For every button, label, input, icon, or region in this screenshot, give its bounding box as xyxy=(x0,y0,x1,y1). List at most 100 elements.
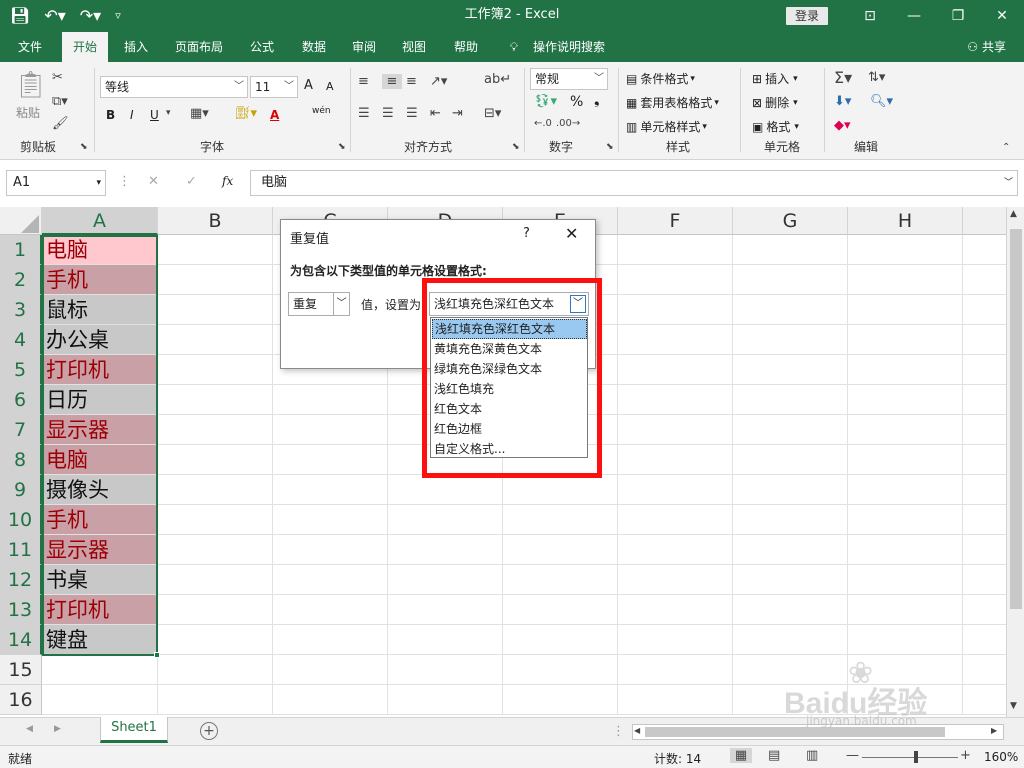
cell[interactable] xyxy=(158,505,273,535)
zoom-level[interactable]: 160% xyxy=(984,750,1018,764)
row-header-15[interactable]: 15 xyxy=(0,655,42,685)
zoom-slider-track[interactable] xyxy=(862,757,958,758)
cell-a14[interactable]: 键盘 xyxy=(42,625,158,655)
number-format-combo[interactable]: 常规 ﹀ xyxy=(530,68,608,90)
row-header-11[interactable]: 11 xyxy=(0,535,42,565)
shrink-font-button[interactable]: A xyxy=(326,80,334,93)
close-icon[interactable]: ✕ xyxy=(565,224,578,243)
cell[interactable] xyxy=(618,565,733,595)
cell[interactable] xyxy=(273,655,388,685)
cell[interactable] xyxy=(848,295,963,325)
column-header-a[interactable]: A xyxy=(42,207,158,235)
increase-indent-icon[interactable]: ⇥ xyxy=(452,106,463,121)
bold-button[interactable]: B xyxy=(106,108,115,122)
column-header-g[interactable]: G xyxy=(733,207,848,235)
page-layout-view-icon[interactable]: ▤ xyxy=(768,748,780,763)
tab-file[interactable]: 文件 xyxy=(8,32,52,62)
font-launcher-icon[interactable]: ⬊ xyxy=(338,142,346,152)
next-sheet-icon[interactable]: ▶ xyxy=(54,724,61,734)
row-header-14[interactable]: 14 xyxy=(0,625,42,655)
cell[interactable] xyxy=(503,565,618,595)
scroll-down-icon[interactable]: ▼ xyxy=(1010,701,1017,711)
cancel-icon[interactable]: ✕ xyxy=(148,174,159,189)
cell[interactable] xyxy=(733,625,848,655)
cell-a7[interactable]: 显示器 xyxy=(42,415,158,445)
dropdown-option[interactable]: 浅红色填充 xyxy=(432,379,587,399)
cell[interactable] xyxy=(963,355,1006,385)
cell[interactable] xyxy=(733,235,848,265)
cell[interactable] xyxy=(848,445,963,475)
font-name-combo[interactable]: 等线 ﹀ xyxy=(100,76,248,98)
cell[interactable] xyxy=(158,625,273,655)
fill-handle[interactable] xyxy=(154,652,160,658)
chevron-down-icon[interactable]: ▾ xyxy=(166,108,171,118)
cell-styles-button[interactable]: ▥ 单元格样式 ▾ xyxy=(626,118,707,135)
tab-data[interactable]: 数据 xyxy=(292,32,336,62)
underline-button[interactable]: U xyxy=(150,108,159,122)
cell[interactable] xyxy=(963,625,1006,655)
cell[interactable] xyxy=(273,505,388,535)
tab-view[interactable]: 视图 xyxy=(392,32,436,62)
dropdown-option[interactable]: 浅红填充色深红色文本 xyxy=(432,319,587,339)
delete-cells-button[interactable]: ⊠ 删除 ▾ xyxy=(752,94,798,111)
cell[interactable] xyxy=(733,535,848,565)
cell[interactable] xyxy=(733,475,848,505)
cell[interactable] xyxy=(503,625,618,655)
horizontal-scroll-thumb[interactable] xyxy=(645,727,945,737)
cell[interactable] xyxy=(963,325,1006,355)
cell[interactable] xyxy=(388,505,503,535)
minimize-icon[interactable]: — xyxy=(892,0,936,32)
cell[interactable] xyxy=(618,685,733,715)
cell[interactable] xyxy=(963,415,1006,445)
cell-a9[interactable]: 摄像头 xyxy=(42,475,158,505)
decrease-decimal-icon[interactable]: .00→ xyxy=(556,118,580,129)
align-left-icon[interactable]: ☰ xyxy=(358,106,370,121)
cell[interactable] xyxy=(733,685,848,715)
format-painter-icon[interactable]: 🖌︎ xyxy=(52,116,69,131)
cell[interactable] xyxy=(733,385,848,415)
cell[interactable] xyxy=(963,475,1006,505)
cell[interactable] xyxy=(848,625,963,655)
tab-help[interactable]: 帮助 xyxy=(444,32,488,62)
zoom-out-icon[interactable]: — xyxy=(846,748,859,763)
dropdown-option[interactable]: 红色边框 xyxy=(432,419,587,439)
column-header-h[interactable]: H xyxy=(848,207,963,235)
login-button[interactable]: 登录 xyxy=(786,7,828,25)
cell-a2[interactable]: 手机 xyxy=(42,265,158,295)
redo-icon[interactable]: ↷▾ xyxy=(80,0,101,32)
cell[interactable] xyxy=(618,535,733,565)
cell[interactable] xyxy=(963,685,1006,715)
cell[interactable] xyxy=(618,625,733,655)
cell[interactable] xyxy=(733,655,848,685)
cell[interactable] xyxy=(733,295,848,325)
tab-page-layout[interactable]: 页面布局 xyxy=(166,32,232,62)
tab-formulas[interactable]: 公式 xyxy=(240,32,284,62)
cell[interactable] xyxy=(388,655,503,685)
currency-icon[interactable]: 💱︎▾ xyxy=(534,94,557,109)
add-sheet-button[interactable]: + xyxy=(200,722,218,740)
sheet-tab-sheet1[interactable]: Sheet1 xyxy=(100,717,168,743)
zoom-slider-thumb[interactable] xyxy=(914,751,918,763)
dropdown-option[interactable]: 红色文本 xyxy=(432,399,587,419)
cell[interactable] xyxy=(158,385,273,415)
cell[interactable] xyxy=(618,295,733,325)
row-header-10[interactable]: 10 xyxy=(0,505,42,535)
row-header-16[interactable]: 16 xyxy=(0,685,42,715)
cell[interactable] xyxy=(503,535,618,565)
column-header-f[interactable]: F xyxy=(618,207,733,235)
cell[interactable] xyxy=(963,565,1006,595)
cell[interactable] xyxy=(733,595,848,625)
cell[interactable] xyxy=(273,415,388,445)
cell[interactable] xyxy=(158,235,273,265)
save-icon[interactable]: 💾︎ xyxy=(10,0,30,32)
cell-a8[interactable]: 电脑 xyxy=(42,445,158,475)
format-cells-button[interactable]: ▣ 格式 ▾ xyxy=(752,118,799,135)
cell[interactable] xyxy=(848,475,963,505)
restore-icon[interactable]: ❐ xyxy=(936,0,980,32)
tab-home[interactable]: 开始 xyxy=(62,32,108,62)
cut-icon[interactable]: ✂ xyxy=(52,70,63,85)
cell[interactable] xyxy=(273,385,388,415)
cell[interactable] xyxy=(618,235,733,265)
clipboard-launcher-icon[interactable]: ⬊ xyxy=(80,142,88,152)
share-button[interactable]: ⚇ 共享 xyxy=(967,32,1006,62)
